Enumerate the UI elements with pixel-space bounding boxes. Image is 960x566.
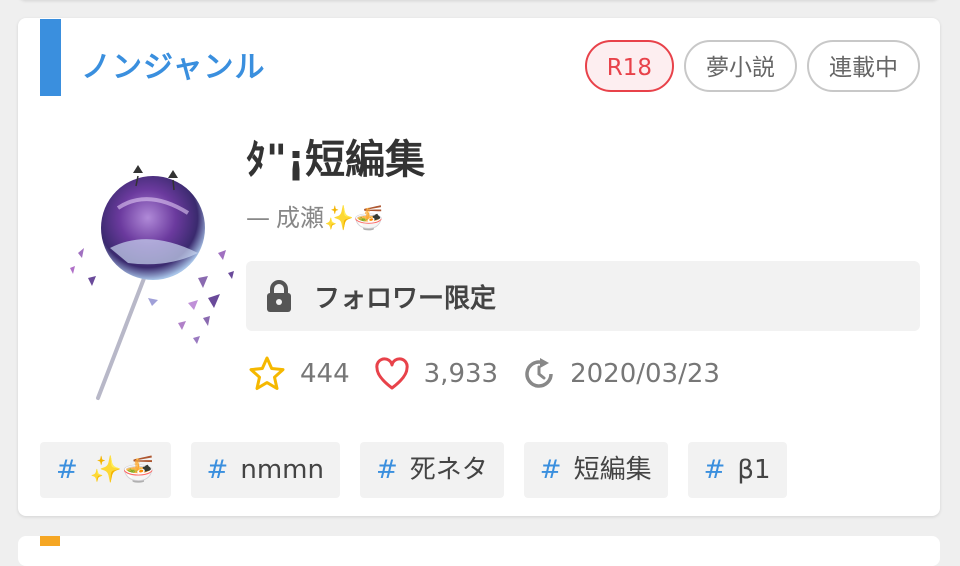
hash-icon: # bbox=[375, 455, 398, 485]
cover-thumbnail[interactable] bbox=[48, 158, 238, 408]
stats-row: 444 3,933 2020/03/23 bbox=[248, 354, 744, 394]
star-count-value: 444 bbox=[300, 359, 350, 389]
hash-icon: # bbox=[56, 455, 78, 485]
star-icon bbox=[249, 356, 285, 390]
history-icon bbox=[525, 358, 553, 388]
r18-badge: R18 bbox=[584, 40, 674, 92]
serializing-badge: 連載中 bbox=[807, 40, 920, 92]
hash-icon: # bbox=[206, 455, 229, 485]
tag-list: # ✨🍜 # nmmn # 死ネタ # 短編集 # β1 bbox=[40, 442, 787, 498]
tag-item[interactable]: # ✨🍜 bbox=[40, 442, 171, 498]
updated-date-value: 2020/03/23 bbox=[570, 359, 720, 389]
author-name[interactable]: 成瀬✨🍜 bbox=[276, 200, 384, 236]
like-count: 3,933 bbox=[374, 357, 498, 391]
tag-label: ✨🍜 bbox=[89, 455, 155, 485]
tag-item[interactable]: # β1 bbox=[687, 442, 787, 498]
tag-item[interactable]: # 死ネタ bbox=[359, 442, 504, 498]
hash-icon: # bbox=[539, 455, 562, 485]
tag-label: 短編集 bbox=[573, 455, 652, 485]
genre-accent-bar bbox=[40, 19, 61, 96]
lock-icon bbox=[267, 280, 291, 312]
tag-item[interactable]: # nmmn bbox=[190, 442, 340, 498]
tag-item[interactable]: # 短編集 bbox=[523, 442, 668, 498]
updated-date: 2020/03/23 bbox=[522, 357, 720, 391]
next-card[interactable] bbox=[18, 536, 940, 566]
star-count: 444 bbox=[248, 355, 350, 393]
author-line[interactable]: — 成瀬✨🍜 bbox=[246, 200, 384, 236]
followers-only-notice: フォロワー限定 bbox=[246, 261, 920, 331]
work-card[interactable]: ノンジャンル R18 夢小説 連載中 ﾀ"¡短編集 — 成瀬✨🍜 フォロワー限定… bbox=[18, 18, 940, 516]
work-title[interactable]: ﾀ"¡短編集 bbox=[246, 134, 425, 186]
tag-label: 死ネタ bbox=[409, 455, 488, 485]
next-genre-accent-bar bbox=[40, 536, 60, 546]
badge-group: R18 夢小説 連載中 bbox=[584, 40, 920, 92]
tag-label: nmmn bbox=[240, 455, 324, 485]
like-count-value: 3,933 bbox=[423, 359, 499, 389]
dream-novel-badge: 夢小説 bbox=[684, 40, 797, 92]
tag-label: β1 bbox=[737, 455, 771, 485]
hash-icon: # bbox=[703, 455, 726, 485]
lock-label: フォロワー限定 bbox=[314, 283, 497, 314]
heart-icon bbox=[375, 357, 409, 390]
genre-label: ノンジャンル bbox=[81, 50, 266, 85]
author-prefix: — bbox=[246, 204, 270, 232]
